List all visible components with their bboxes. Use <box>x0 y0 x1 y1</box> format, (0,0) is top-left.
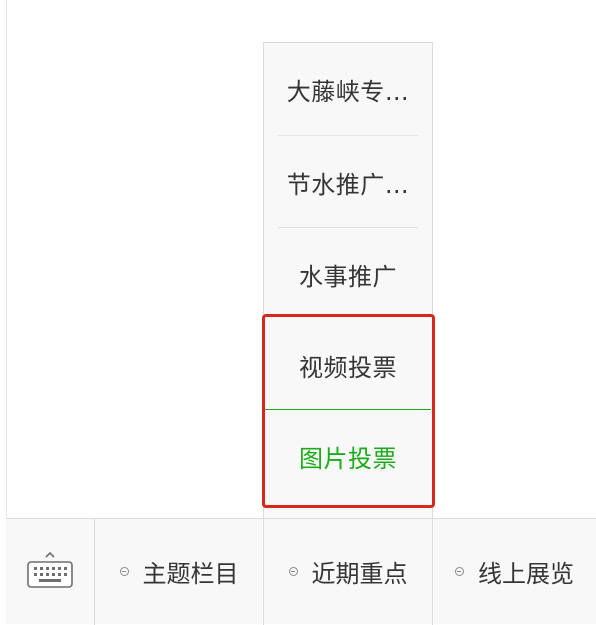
submenu-item-water-affairs[interactable]: 水事推广 <box>264 228 432 320</box>
submenu-item-label: 视频投票 <box>299 353 397 382</box>
tab-label: 近期重点 <box>311 560 408 588</box>
bottom-menu-bar: 主题栏目 近期重点 线上展览 <box>6 518 596 625</box>
submenu-popup: 大藤峡专… 节水推广… 水事推广 视频投票 图片投票 <box>263 42 433 518</box>
submenu-item-water-saving[interactable]: 节水推广… <box>264 136 432 228</box>
keyboard-icon <box>26 550 74 594</box>
tab-theme-columns[interactable]: 主题栏目 <box>95 519 263 624</box>
tab-online-exhibition[interactable]: 线上展览 <box>433 519 596 624</box>
menu-bullet-icon <box>119 567 129 576</box>
keyboard-toggle-button[interactable] <box>6 519 94 624</box>
submenu-item-video-vote[interactable]: 视频投票 <box>264 319 432 411</box>
tab-label: 线上展览 <box>478 560 574 588</box>
menu-bullet-icon <box>455 567 464 576</box>
submenu-item-label: 节水推广… <box>286 170 410 199</box>
tab-label: 主题栏目 <box>142 560 239 588</box>
submenu-item-label: 图片投票 <box>299 444 397 473</box>
submenu-item-label: 大藤峡专… <box>286 77 410 106</box>
tab-recent-highlights[interactable]: 近期重点 <box>264 519 432 624</box>
submenu-item-label: 水事推广 <box>299 262 397 291</box>
submenu-item-image-vote[interactable]: 图片投票 <box>264 410 432 502</box>
submenu-item-dateng-gorge[interactable]: 大藤峡专… <box>264 43 432 135</box>
menu-bullet-icon <box>288 567 298 576</box>
